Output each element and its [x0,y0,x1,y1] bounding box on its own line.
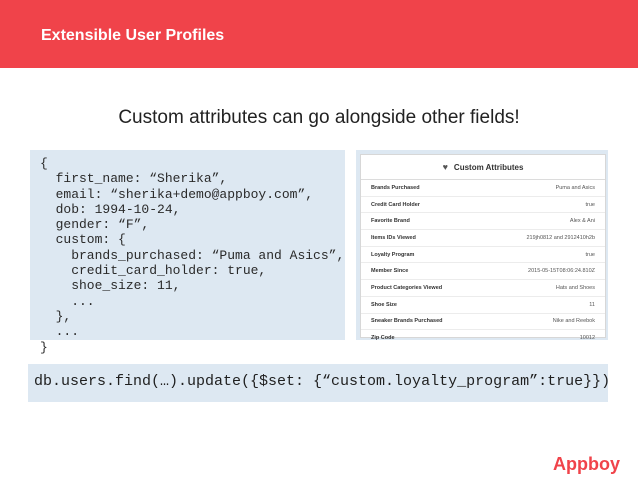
attribute-key: Zip Code [371,335,395,342]
code-line: first_name: “Sherika”, [40,171,228,187]
attribute-value: 219jh0812 and 2912410h2b [526,234,595,241]
attribute-value: true [585,251,595,258]
attribute-row: Items IDs Viewed 219jh0812 and 2912410h2… [361,230,605,247]
code-line: shoe_size: 11, [40,278,181,294]
attribute-row: Product Categories Viewed Hats and Shoes [361,280,605,297]
attribute-value: 10012 [579,335,595,342]
attribute-value: true [585,201,595,208]
attribute-row: Favorite Brand Alex & Ani [361,213,605,231]
attribute-value: 2015-05-15T08:06:24.810Z [528,268,595,275]
custom-attributes-screenshot: ♥ Custom Attributes Brands Purchased Pum… [356,150,608,341]
code-line: ... [40,293,95,309]
attribute-key: Credit Card Holder [371,201,420,208]
attribute-row: Sneaker Brands Purchased Nike and Reebok [361,314,605,331]
command-block: db.users.find(…).update({$set: {“custom.… [28,364,611,402]
panel-header: ♥ Custom Attributes [361,155,605,180]
attribute-key: Items IDs Viewed [371,234,416,241]
attribute-row: Zip Code 10012 [361,330,605,346]
attribute-key: Member Since [371,268,409,275]
attribute-key: Favorite Brand [371,218,410,225]
heart-icon: ♥ [442,162,448,172]
attribute-row: Shoe Size 11 [361,297,605,314]
attribute-row: Brands Purchased Puma and Asics [361,180,605,197]
code-line: brands_purchased: “Puma and Asics”, [40,247,345,263]
attribute-value: Nike and Reebok [552,318,595,325]
code-line: credit_card_holder: true, [40,263,267,279]
code-line: gender: “F”, [40,217,150,233]
code-line: }, [40,308,72,324]
attribute-key: Product Categories Viewed [371,284,443,291]
code-block: { first_name: “Sherika”, email: “sherika… [30,150,345,355]
attribute-row: Credit Card Holder true [361,197,605,214]
attribute-row: Loyalty Program true [361,247,605,264]
attribute-key: Loyalty Program [371,251,415,258]
header-title: Extensible User Profiles [41,27,225,44]
code-line: } [40,339,48,355]
code-line: ... [40,324,80,340]
attribute-value: Alex & Ani [569,218,595,225]
attribute-row: Member Since 2015-05-15T08:06:24.810Z [361,263,605,281]
header-bar: Extensible User Profiles [0,0,638,68]
code-line: email: “sherika+demo@appboy.com”, [40,186,314,202]
attribute-value: Hats and Shoes [555,284,595,291]
custom-attributes-panel: ♥ Custom Attributes Brands Purchased Pum… [360,154,606,341]
appboy-logo: Appboy [553,454,620,474]
slide-subtitle: Custom attributes can go alongside other… [118,107,520,128]
command-text: db.users.find(…).update({$set: {“custom.… [34,373,611,390]
attribute-value: 11 [589,301,595,308]
attribute-value: Puma and Asics [555,184,595,191]
attribute-key: Brands Purchased [371,184,420,191]
attribute-key: Sneaker Brands Purchased [371,318,443,325]
code-line: dob: 1994-10-24, [40,201,181,217]
code-line: custom: { [40,232,126,248]
panel-title: Custom Attributes [453,162,524,172]
code-line: { [40,156,48,171]
attribute-key: Shoe Size [371,301,397,308]
code-text: { first_name: “Sherika”, email: “sherika… [40,156,344,355]
